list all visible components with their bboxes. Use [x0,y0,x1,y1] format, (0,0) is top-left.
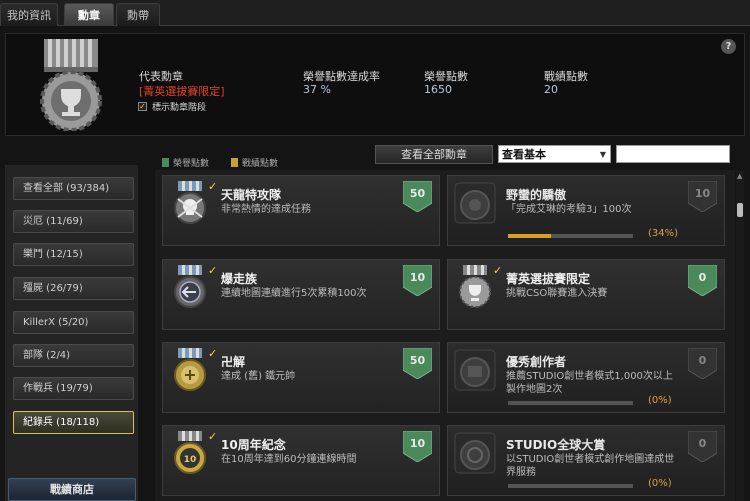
completion-value: 37 % [303,83,331,96]
category-sidebar: 查看全部 (93/384) 災厄 (11/69) 樂鬥 (12/15) 殭屍 (… [5,165,138,501]
tab-ribbons[interactable]: 勳帶 [116,3,160,26]
sidebar-item-disaster[interactable]: 災厄 (11/69) [13,210,134,233]
progress-percent: (0%) [648,478,672,489]
studio-award-medal-icon [454,432,496,474]
view-filter-value: 查看基本 [502,148,546,161]
medal-description: 以STUDIO創世者模式創作地圖達成世界服務 [506,454,675,478]
chevron-down-icon: ▼ [599,150,606,159]
medal-description: 挑戰CSO聯賽進入決賽 [506,288,608,299]
medal-points: 0 [698,354,707,367]
speed-arrow-medal-icon [174,265,206,308]
honor-points-value: 1650 [424,83,452,96]
merit-flag-icon [231,158,238,167]
scrollbar-thumb[interactable] [737,203,743,217]
legend-honor: 榮譽點數 [162,156,209,169]
sidebar-item-clan[interactable]: 部隊 (2/4) [13,344,134,367]
medal-title: 10周年紀念 [221,438,286,452]
tab-medals[interactable]: 勳章 [64,3,114,26]
completed-check-icon: ✓ [208,264,218,277]
medal-card[interactable]: 優秀創作者 推薦STUDIO創世者模式1,000次以上製作地圖2次 0 (0%) [447,342,725,413]
merit-shop-button[interactable]: 戰績商店 [8,478,136,501]
medal-card[interactable]: ✓ 菁英選拔賽限定 挑戰CSO聯賽進入決賽 0 [447,259,725,330]
sidebar-item-all[interactable]: 查看全部 (93/384) [13,177,134,200]
sidebar-item-record[interactable]: 紀錄兵 (18/118) [13,411,134,434]
progress-fill [508,234,551,238]
honor-flag-icon [162,158,169,167]
svg-text:10: 10 [184,455,197,465]
view-filter-select[interactable]: 查看基本 ▼ [498,145,611,163]
medal-points: 50 [409,187,426,200]
medal-points: 50 [409,354,426,367]
sidebar-item-killerx[interactable]: KillerX (5/20) [13,311,134,334]
medal-card[interactable]: 野蠻的驕傲 「完成艾琳的考驗3」100次 10 (34%) [447,175,725,246]
medal-title: 野蠻的驕傲 [506,188,567,202]
medal-description: 在10周年達到60分鐘連線時間 [221,454,357,465]
merit-points-value: 20 [544,83,558,96]
completion-label: 榮譽點數達成率 [303,70,380,83]
progress-bar [508,484,633,488]
medal-points: 10 [409,437,426,450]
medal-card[interactable]: ✓ 卍解 達成 (舊) 鐵元帥 50 [162,342,440,413]
medal-description: 達成 (舊) 鐵元帥 [221,371,296,382]
medal-summary-panel: ? 代表勳章 [菁英選拔賽限定] 榮譽點數達成率 37 % 榮譽點數 1650 … [5,33,745,136]
completed-check-icon: ✓ [208,430,218,443]
progress-percent: (34%) [648,228,679,239]
completed-check-icon: ✓ [208,180,218,193]
medal-title: 爆走族 [221,272,258,286]
show-stage-label: 標示勳章階段 [152,103,207,113]
completed-check-icon: ✓ [493,264,503,277]
trophy-medal-icon [459,265,491,308]
rep-medal-label: 代表勳章 [139,70,183,83]
progress-bar [508,234,633,238]
medal-card[interactable]: 10 ✓ 10周年紀念 在10周年達到60分鐘連線時間 10 [162,425,440,496]
medal-points: 0 [698,271,707,284]
creator-medal-icon [454,349,496,391]
medal-description: 推薦STUDIO創世者模式1,000次以上製作地圖2次 [506,371,673,395]
progress-bar [508,401,633,405]
scroll-up-icon[interactable]: ▲ [737,172,743,180]
medal-card[interactable]: ✓ 爆走族 連續地圖連續進行5次累積100次 10 [162,259,440,330]
medal-card[interactable]: STUDIO全球大賞 以STUDIO創世者模式創作地圖達成世界服務 0 (0%) [447,425,725,496]
honor-points-label: 榮譽點數 [424,70,468,83]
sidebar-item-combat[interactable]: 作戰兵 (19/79) [13,377,134,400]
medal-description: 「完成艾琳的考驗3」100次 [506,204,632,215]
tab-bar: 我的資訊 勳章 勳帶 [0,0,750,26]
medal-title: 菁英選拔賽限定 [506,272,591,286]
bankai-medal-icon [174,348,206,391]
legend-merit: 戰績點數 [231,156,278,169]
completed-check-icon: ✓ [208,347,218,360]
rep-medal-value: [菁英選拔賽限定] [139,85,225,98]
medal-grid: ✓ 天龍特攻隊 非常熱情的達成任務 50 野蠻的驕傲 「完成艾琳的考驗3」100… [155,170,735,501]
medal-title: 優秀創作者 [506,355,567,369]
show-stage-checkbox[interactable]: ✓ [138,102,147,111]
medal-title: STUDIO全球大賞 [506,438,606,452]
progress-percent: (0%) [648,395,672,406]
sidebar-item-zombie[interactable]: 殭屍 (26/79) [13,277,134,300]
legend-merit-label: 戰績點數 [242,159,279,169]
medal-description: 連續地圖連續進行5次累積100次 [221,288,367,299]
medal-description: 非常熱情的達成任務 [221,204,311,215]
medal-card[interactable]: ✓ 天龍特攻隊 非常熱情的達成任務 50 [162,175,440,246]
medal-grid-scrollbar[interactable]: ▲ [736,170,744,501]
medal-title: 天龍特攻隊 [221,188,282,202]
skull-medal-icon [174,181,206,224]
help-icon[interactable]: ? [721,39,736,54]
medal-points: 10 [409,271,426,284]
anniversary-medal-icon: 10 [174,431,206,474]
legend-honor-label: 榮譽點數 [173,159,210,169]
tab-my-info[interactable]: 我的資訊 [0,3,58,26]
representative-medal-icon [40,39,102,131]
view-all-medals-button[interactable]: 查看全部勳章 [375,145,493,164]
sidebar-item-fun[interactable]: 樂鬥 (12/15) [13,243,134,266]
search-input[interactable] [616,145,730,163]
medal-title: 卍解 [221,355,246,369]
medal-points: 0 [698,437,707,450]
medal-points: 10 [694,187,711,200]
merit-points-label: 戰績點數 [544,70,588,83]
pride-medal-icon [454,182,496,224]
